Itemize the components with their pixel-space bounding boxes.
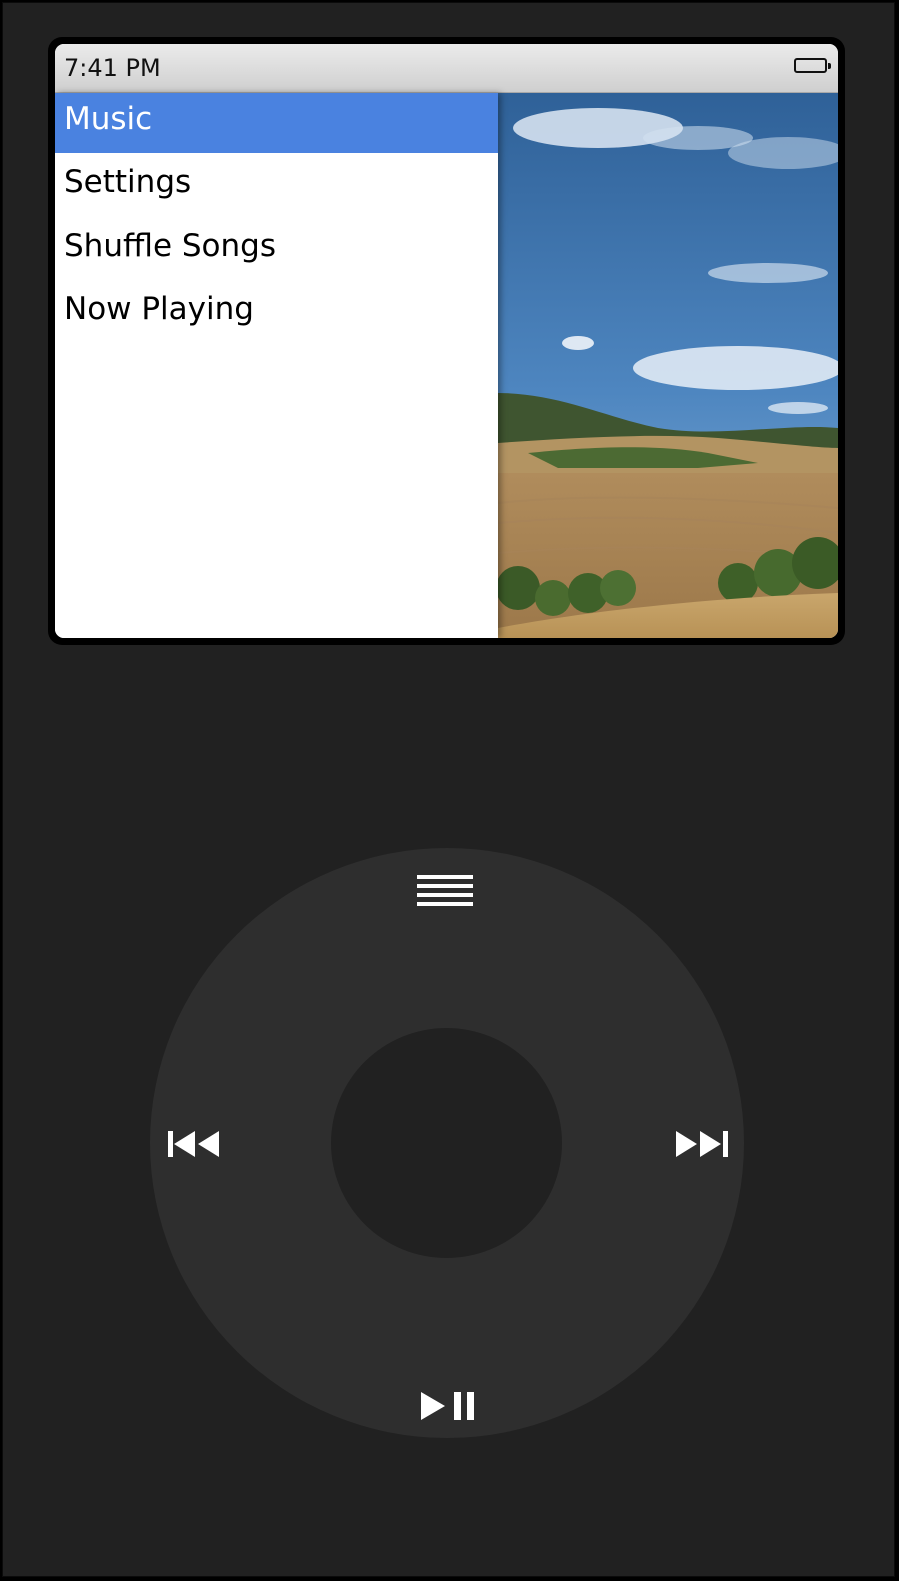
previous-track-icon (168, 1131, 219, 1157)
main-menu: Music Settings Shuffle Songs Now Playing (55, 93, 498, 638)
menu-item-shuffle-songs[interactable]: Shuffle Songs (55, 220, 498, 280)
play-pause-icon (421, 1392, 474, 1420)
status-bar: 7:41 PM (55, 44, 838, 93)
menu-item-label: Now Playing (64, 291, 254, 327)
previous-track-button[interactable] (161, 1124, 227, 1164)
battery-icon (794, 58, 831, 73)
menu-item-label: Shuffle Songs (64, 228, 276, 264)
status-time: 7:41 PM (64, 54, 161, 82)
menu-item-label: Music (64, 101, 153, 137)
play-pause-button[interactable] (414, 1386, 484, 1426)
menu-button[interactable] (412, 866, 478, 916)
center-select-button[interactable] (331, 1028, 562, 1258)
menu-item-now-playing[interactable]: Now Playing (55, 283, 498, 343)
menu-item-settings[interactable]: Settings (55, 156, 498, 216)
next-track-icon (676, 1131, 728, 1157)
menu-item-music[interactable]: Music (55, 93, 498, 153)
screen: 7:41 PM Music Settings Shuffle Songs Now… (55, 44, 838, 638)
menu-item-label: Settings (64, 164, 192, 200)
menu-icon (417, 875, 473, 906)
next-track-button[interactable] (669, 1124, 735, 1164)
landscape-wallpaper (498, 93, 838, 638)
